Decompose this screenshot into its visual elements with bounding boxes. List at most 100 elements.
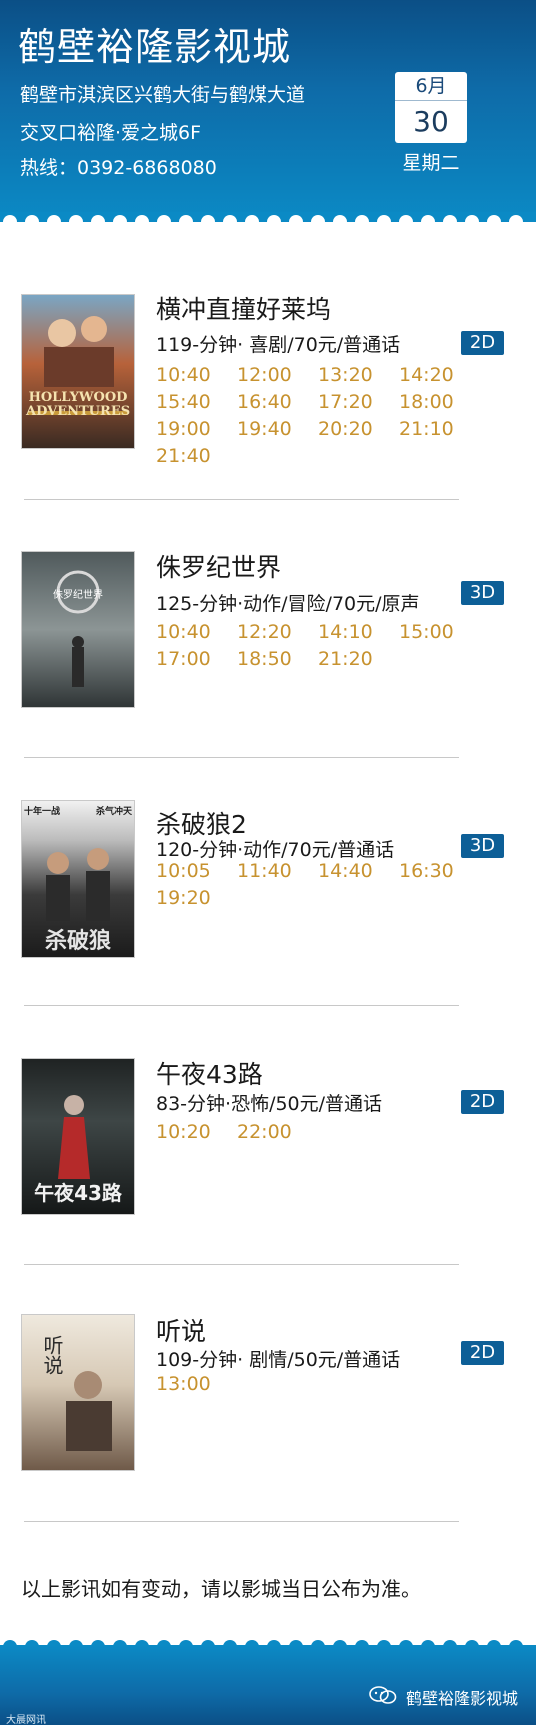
showtime[interactable]: 10:40 (156, 621, 237, 643)
showtime[interactable]: 12:20 (237, 621, 318, 643)
scallop-dot (333, 215, 347, 229)
showtime[interactable]: 14:40 (318, 860, 399, 882)
scallop-dot (399, 215, 413, 229)
scallop-dot (245, 215, 259, 229)
movie-title[interactable]: 午夜43路 (156, 1055, 263, 1091)
poster-title-text: 侏罗纪世界 (53, 590, 103, 601)
divider (24, 1521, 459, 1522)
showtimes: 10:20 22:00 (156, 1121, 486, 1143)
divider (24, 757, 459, 758)
cinema-name: 鹤壁裕隆影视城 (18, 25, 292, 69)
showtime[interactable]: 10:40 (156, 364, 237, 386)
scallop-dot (421, 215, 435, 229)
divider (24, 1264, 459, 1265)
hotline: 热线：0392-6868080 (20, 157, 217, 179)
showtime[interactable]: 19:20 (156, 887, 237, 909)
movie-info: 125-分钟·动作/冒险/70元/原声 (156, 593, 420, 615)
movie-info: 109-分钟· 剧情/50元/普通话 (156, 1349, 401, 1371)
scallop-dot (3, 215, 17, 229)
movie-poster[interactable]: 十年一战 杀气冲天 杀破狼 (21, 800, 135, 958)
showtime[interactable]: 13:00 (156, 1373, 237, 1395)
scallop-edge-top (0, 212, 536, 229)
address-line-2: 交叉口裕隆·爱之城6F (20, 122, 202, 144)
scallop-dot (509, 215, 523, 229)
scallop-dot (201, 215, 215, 229)
showtime[interactable]: 21:20 (318, 648, 399, 670)
movie-title[interactable]: 听说 (156, 1312, 206, 1348)
showtime[interactable]: 22:00 (237, 1121, 318, 1143)
showtime[interactable]: 16:30 (399, 860, 480, 882)
format-badge: 2D (461, 1341, 504, 1365)
showtime[interactable]: 20:20 (318, 418, 399, 440)
showtime[interactable]: 14:20 (399, 364, 480, 386)
showtimes: 13:00 (156, 1373, 486, 1395)
showtime[interactable]: 19:00 (156, 418, 237, 440)
date-card: 6月 30 (395, 72, 467, 143)
showtime[interactable]: 17:20 (318, 391, 399, 413)
showtime[interactable]: 17:00 (156, 648, 237, 670)
scallop-dot (223, 215, 237, 229)
showtime[interactable]: 10:05 (156, 860, 237, 882)
poster-tag-right: 杀气冲天 (95, 807, 132, 817)
scallop-dot (377, 215, 391, 229)
movie-poster[interactable]: 听说 (21, 1314, 135, 1471)
movie-poster[interactable]: 侏罗纪世界 (21, 551, 135, 708)
notice-text: 以上影讯如有变动，请以影城当日公布为准。 (21, 1577, 421, 1601)
poster-title-text: 杀破狼 (44, 929, 111, 954)
movie-title[interactable]: 横冲直撞好莱坞 (156, 290, 331, 326)
showtimes: 10:40 12:00 13:20 14:20 15:40 16:40 17:2… (156, 364, 486, 467)
scallop-dot (69, 215, 83, 229)
date-weekday: 星期二 (402, 152, 460, 174)
scallop-dot (289, 215, 303, 229)
showtime[interactable]: 16:40 (237, 391, 318, 413)
divider (24, 1005, 459, 1006)
scallop-dot (267, 215, 281, 229)
showtime[interactable]: 12:00 (237, 364, 318, 386)
scallop-dot (355, 215, 369, 229)
showtimes: 10:05 11:40 14:40 16:30 19:20 (156, 860, 486, 909)
scallop-dot (91, 215, 105, 229)
footer: 鹤壁裕隆影视城 (0, 1645, 536, 1725)
format-badge: 2D (461, 1090, 504, 1114)
divider (24, 499, 459, 500)
movie-poster[interactable]: 午夜43路 (21, 1058, 135, 1215)
movie-info: 83-分钟·恐怖/50元/普通话 (156, 1093, 383, 1115)
showtime[interactable]: 19:40 (237, 418, 318, 440)
date-day: 30 (395, 101, 467, 143)
scallop-dot (443, 215, 457, 229)
poster-art (28, 316, 128, 415)
scallop-dot (113, 215, 127, 229)
scallop-dot (157, 215, 171, 229)
poster-title-text: 午夜43路 (34, 1181, 122, 1205)
showtime[interactable]: 11:40 (237, 860, 318, 882)
format-badge: 2D (461, 331, 504, 355)
showtime[interactable]: 15:00 (399, 621, 480, 643)
showtime[interactable]: 18:50 (237, 648, 318, 670)
address-line-1: 鹤壁市淇滨区兴鹤大街与鹤煤大道 (20, 84, 306, 106)
movie-poster[interactable]: HOLLYWOOD ADVENTURES (21, 294, 135, 449)
header: 鹤壁裕隆影视城 鹤壁市淇滨区兴鹤大街与鹤煤大道 交叉口裕隆·爱之城6F 热线：0… (0, 0, 536, 222)
format-badge: 3D (461, 834, 504, 858)
showtime[interactable]: 21:10 (399, 418, 480, 440)
showtime[interactable]: 18:00 (399, 391, 480, 413)
scallop-dot (465, 215, 479, 229)
scallop-dot (25, 215, 39, 229)
scallop-dot (47, 215, 61, 229)
poster-art (56, 570, 100, 687)
showtime[interactable]: 13:20 (318, 364, 399, 386)
footer-account-name[interactable]: 鹤壁裕隆影视城 (406, 1685, 518, 1709)
showtime[interactable]: 21:40 (156, 445, 237, 467)
showtime[interactable]: 15:40 (156, 391, 237, 413)
movie-title[interactable]: 侏罗纪世界 (156, 548, 281, 584)
format-badge: 3D (461, 581, 504, 605)
scallop-dot (487, 215, 501, 229)
poster-title-text: HOLLYWOOD ADVENTURES (26, 390, 131, 419)
schedule-page: 鹤壁裕隆影视城 鹤壁市淇滨区兴鹤大街与鹤煤大道 交叉口裕隆·爱之城6F 热线：0… (0, 0, 536, 1726)
poster-tag-left: 十年一战 (24, 807, 61, 817)
movie-info: 119-分钟· 喜剧/70元/普通话 (156, 334, 401, 356)
showtime[interactable]: 14:10 (318, 621, 399, 643)
scallop-dot (179, 215, 193, 229)
poster-title-text: 听说 (40, 1335, 64, 1375)
showtime[interactable]: 10:20 (156, 1121, 237, 1143)
scallop-dot (311, 215, 325, 229)
